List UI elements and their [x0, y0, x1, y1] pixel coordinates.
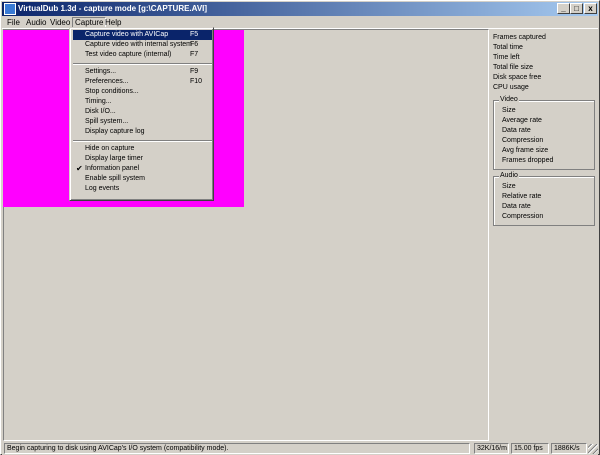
menu-item-label: Settings... [85, 68, 117, 75]
menu-item-information-panel[interactable]: ✔ Information panel [73, 164, 212, 174]
menu-item-shortcut: F10 [190, 78, 203, 85]
minimize-button[interactable]: _ [557, 3, 570, 14]
menu-item-capture-internal[interactable]: Capture video with internal system F6 [73, 40, 212, 50]
audio-compression: Compression [502, 213, 544, 220]
menu-item-display-capture-log[interactable]: Display capture log [73, 127, 212, 137]
status-fps: 15.00 fps [511, 443, 549, 454]
menu-item-label: Enable spill system [85, 175, 145, 182]
menu-item-enable-spill-system[interactable]: Enable spill system [73, 174, 212, 184]
menu-item-label: Spill system... [85, 118, 129, 125]
video-data-rate: Data rate [502, 127, 531, 134]
info-total-time: Total time [493, 44, 523, 51]
info-disk-space-free: Disk space free [493, 74, 542, 81]
menu-item-label: Disk I/O... [85, 108, 116, 115]
menu-item-preferences[interactable]: Preferences... F10 [73, 77, 212, 87]
status-data-rate: 1886K/s [551, 443, 587, 454]
menu-item-stop-conditions[interactable]: Stop conditions... [73, 87, 212, 97]
close-button[interactable]: x [584, 3, 597, 14]
audio-groupbox: Audio Size Relative rate Data rate Compr… [493, 172, 595, 226]
menu-item-label: Stop conditions... [85, 88, 139, 95]
audio-size: Size [502, 183, 516, 190]
app-window: VirtualDub 1.3d - capture mode [g:\CAPTU… [0, 0, 600, 455]
menu-item-label: Display capture log [85, 128, 145, 135]
checkmark-icon: ✔ [76, 164, 83, 173]
window-title: VirtualDub 1.3d - capture mode [g:\CAPTU… [18, 4, 208, 13]
menu-item-label: Information panel [85, 165, 140, 172]
app-icon[interactable] [4, 3, 16, 15]
audio-group-title: Audio [499, 172, 519, 180]
audio-relative-rate: Relative rate [502, 193, 542, 200]
menu-item-label: Test video capture (internal) [85, 51, 172, 58]
menu-item-label: Capture video with internal system [85, 41, 192, 48]
video-size: Size [502, 107, 516, 114]
info-cpu-usage: CPU usage [493, 84, 529, 91]
video-frames-dropped: Frames dropped [502, 157, 554, 164]
menu-item-shortcut: F5 [190, 31, 199, 38]
menu-item-label: Display large timer [85, 155, 143, 162]
video-groupbox: Video Size Average rate Data rate Compre… [493, 96, 595, 170]
menu-item-log-events[interactable]: Log events [73, 184, 212, 194]
menu-item-capture-avicap[interactable]: Capture video with AVICap F5 [73, 30, 212, 40]
status-disk: 32K/16/m [474, 443, 509, 454]
menu-item-shortcut: F7 [190, 51, 199, 58]
menu-item-display-large-timer[interactable]: Display large timer [73, 154, 212, 164]
menu-item-label: Timing... [85, 98, 112, 105]
menu-item-timing[interactable]: Timing... [73, 97, 212, 107]
video-compression: Compression [502, 137, 544, 144]
info-total-file-size: Total file size [493, 64, 534, 71]
menu-file[interactable]: File [5, 17, 22, 29]
maximize-button[interactable]: □ [570, 3, 583, 14]
info-time-left: Time left [493, 54, 520, 61]
menu-item-label: Capture video with AVICap [85, 31, 169, 38]
status-bar: Begin capturing to disk using AVICap's I… [2, 442, 598, 455]
menu-item-shortcut: F9 [190, 68, 199, 75]
menu-separator [73, 140, 212, 142]
info-frames-captured: Frames captured [493, 34, 546, 41]
menu-item-settings[interactable]: Settings... F9 [73, 67, 212, 77]
menu-item-test-capture[interactable]: Test video capture (internal) F7 [73, 50, 212, 60]
video-average-rate: Average rate [502, 117, 542, 124]
title-bar[interactable]: VirtualDub 1.3d - capture mode [g:\CAPTU… [2, 2, 598, 16]
menu-item-hide-on-capture[interactable]: Hide on capture [73, 144, 212, 154]
menu-item-label: Preferences... [85, 78, 129, 85]
menu-item-disk-io[interactable]: Disk I/O... [73, 107, 212, 117]
menu-item-shortcut: F6 [190, 41, 199, 48]
video-avg-frame-size: Avg frame size [502, 147, 549, 154]
information-panel: Frames captured Total time Time left Tot… [491, 29, 599, 441]
menu-audio[interactable]: Audio [24, 17, 48, 29]
menu-item-spill-system[interactable]: Spill system... [73, 117, 212, 127]
menu-item-label: Log events [85, 185, 120, 192]
capture-menu-dropdown: Capture video with AVICap F5 Capture vid… [69, 27, 214, 201]
video-group-title: Video [499, 96, 519, 104]
status-message: Begin capturing to disk using AVICap's I… [4, 443, 470, 454]
menu-item-label: Hide on capture [85, 145, 135, 152]
menu-separator [73, 63, 212, 65]
audio-data-rate: Data rate [502, 203, 531, 210]
resize-grip[interactable] [588, 444, 598, 454]
